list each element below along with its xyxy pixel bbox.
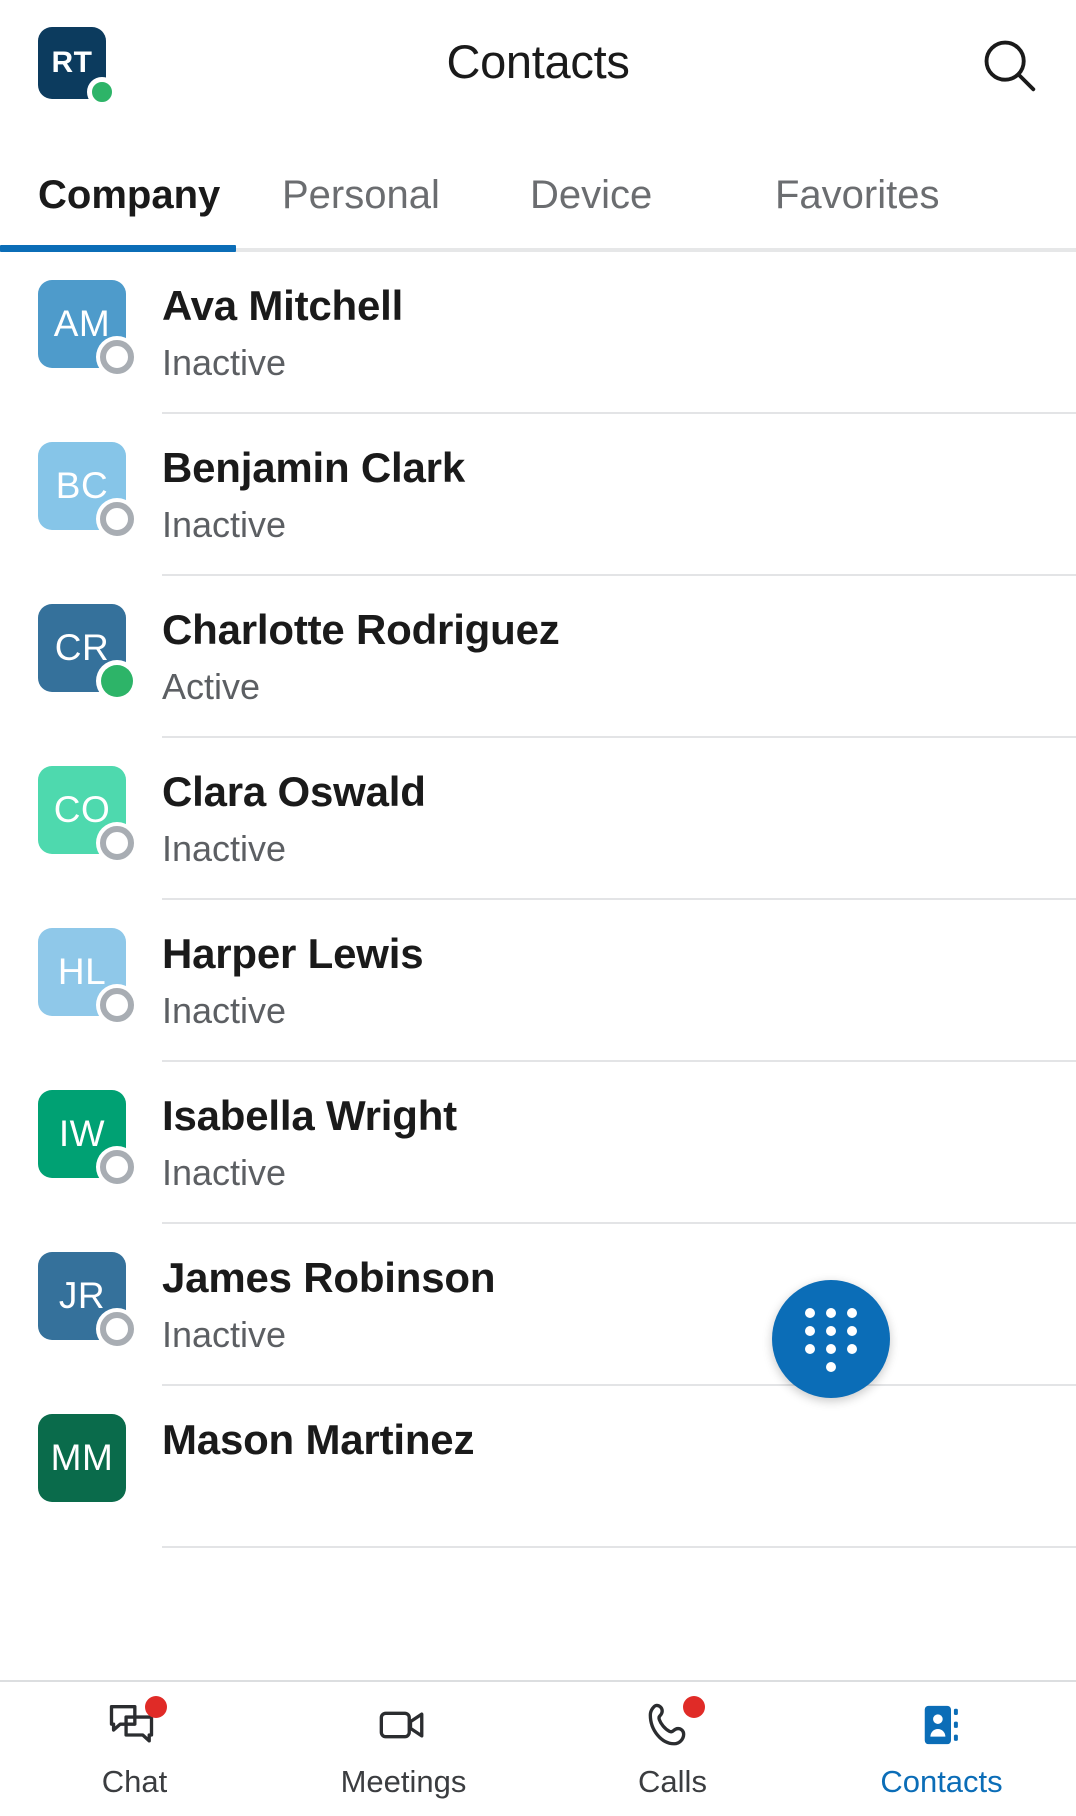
video-camera-icon xyxy=(379,1711,423,1739)
dialpad-fab[interactable] xyxy=(772,1280,890,1398)
presence-inactive-icon xyxy=(96,822,138,864)
contacts-tab-bar: Company Personal Device Favorites xyxy=(0,130,1076,252)
contact-name: Ava Mitchell xyxy=(162,282,404,329)
contact-status: Inactive xyxy=(162,342,287,383)
search-icon xyxy=(984,40,1036,92)
app-header: RT Contacts xyxy=(0,0,1076,130)
contact-row[interactable]: IW Isabella Wright Inactive xyxy=(0,1062,1076,1224)
contact-name: Mason Martinez xyxy=(162,1416,475,1463)
contact-status: Inactive xyxy=(162,1314,287,1355)
tab-active-indicator xyxy=(0,245,236,252)
phone-handset-icon xyxy=(643,1696,705,1750)
nav-item-chat[interactable]: Chat xyxy=(0,1682,269,1816)
nav-item-label: Calls xyxy=(638,1764,707,1799)
presence-inactive-icon xyxy=(96,336,138,378)
contact-name: James Robinson xyxy=(162,1254,496,1301)
contact-status: Inactive xyxy=(162,990,287,1031)
contact-status: Inactive xyxy=(162,1152,287,1193)
contact-avatar-initials: MM xyxy=(50,1437,114,1478)
contact-name: Isabella Wright xyxy=(162,1092,457,1139)
nav-item-label: Contacts xyxy=(880,1764,1003,1799)
nav-item-calls[interactable]: Calls xyxy=(538,1682,807,1816)
presence-inactive-icon xyxy=(96,1146,138,1188)
presence-inactive-icon xyxy=(96,498,138,540)
contact-status: Inactive xyxy=(162,504,287,545)
tab-personal[interactable]: Personal xyxy=(282,173,440,218)
contact-avatar-initials: IW xyxy=(58,1113,106,1154)
contact-name: Charlotte Rodriguez xyxy=(162,606,560,653)
contact-row[interactable]: AM Ava Mitchell Inactive xyxy=(0,252,1076,414)
contact-row[interactable]: JR James Robinson Inactive xyxy=(0,1224,1076,1386)
nav-item-label: Meetings xyxy=(340,1764,467,1799)
page-title: Contacts xyxy=(446,35,630,88)
contact-name: Benjamin Clark xyxy=(162,444,465,491)
contact-avatar-initials: JR xyxy=(58,1275,106,1316)
tab-favorites[interactable]: Favorites xyxy=(775,173,940,218)
presence-active-icon xyxy=(96,660,138,702)
contact-row[interactable]: CR Charlotte Rodriguez Active xyxy=(0,576,1076,738)
bottom-navigation: Chat Meetings Calls Contacts xyxy=(0,1680,1076,1816)
nav-item-contacts[interactable]: Contacts xyxy=(807,1682,1076,1816)
nav-item-meetings[interactable]: Meetings xyxy=(269,1682,538,1816)
notification-badge xyxy=(682,1696,705,1718)
contact-name: Clara Oswald xyxy=(162,768,426,815)
contact-avatar-initials: CO xyxy=(53,789,111,830)
contact-avatar: MM xyxy=(38,1414,126,1502)
contact-row[interactable]: CO Clara Oswald Inactive xyxy=(0,738,1076,900)
tab-company[interactable]: Company xyxy=(38,173,220,218)
contact-row[interactable]: HL Harper Lewis Inactive xyxy=(0,900,1076,1062)
contacts-list[interactable]: AM Ava Mitchell Inactive BC Benjamin Clark In… xyxy=(0,252,1076,1680)
contact-name: Harper Lewis xyxy=(162,930,424,977)
address-book-icon xyxy=(912,1700,972,1750)
address-book-icon xyxy=(924,1705,958,1745)
contact-avatar-initials: CR xyxy=(54,627,110,668)
contact-row[interactable]: BC Benjamin Clark Inactive xyxy=(0,414,1076,576)
contacts-screen: RT Contacts Company Personal Device Favorit… xyxy=(0,0,1076,1816)
presence-inactive-icon xyxy=(96,1308,138,1350)
video-camera-icon xyxy=(374,1700,434,1750)
presence-inactive-icon xyxy=(96,984,138,1026)
contact-status: Active xyxy=(162,666,261,707)
notification-badge xyxy=(144,1696,167,1718)
contact-avatar-initials: BC xyxy=(55,465,109,506)
contact-avatar-initials: HL xyxy=(57,951,107,992)
search-button[interactable] xyxy=(974,30,1044,100)
row-separator xyxy=(162,1546,1076,1548)
contact-status: Inactive xyxy=(162,828,287,869)
nav-item-label: Chat xyxy=(101,1764,168,1799)
contact-row[interactable]: MM Mason Martinez xyxy=(0,1386,1076,1548)
contact-avatar-initials: AM xyxy=(53,303,111,344)
chat-bubbles-icon xyxy=(105,1696,167,1750)
dialpad-icon xyxy=(805,1308,857,1372)
tab-device[interactable]: Device xyxy=(530,173,652,218)
